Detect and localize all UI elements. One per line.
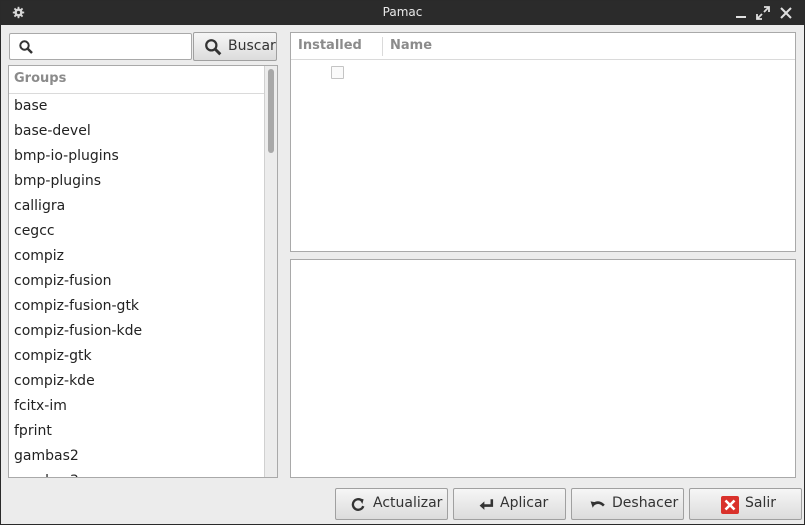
window-title: Pamac	[382, 5, 423, 19]
quit-button[interactable]: Salir	[689, 488, 802, 520]
groups-list: base base-devel bmp-io-plugins bmp-plugi…	[9, 94, 265, 477]
apply-button[interactable]: Aplicar	[453, 488, 566, 520]
list-item[interactable]: compiz-gtk	[9, 344, 265, 369]
list-item[interactable]: compiz-fusion-gtk	[9, 294, 265, 319]
list-item[interactable]: compiz	[9, 244, 265, 269]
quit-icon	[721, 496, 739, 514]
apply-button-label: Aplicar	[500, 495, 549, 511]
list-item[interactable]: fprint	[9, 419, 265, 444]
undo-icon	[590, 501, 605, 508]
list-item[interactable]: fcitx-im	[9, 394, 265, 419]
package-details-panel	[290, 259, 796, 478]
list-item[interactable]: compiz-fusion	[9, 269, 265, 294]
column-installed[interactable]: Installed	[298, 38, 362, 53]
search-button-label: Buscar	[228, 38, 276, 54]
list-item[interactable]: calligra	[9, 194, 265, 219]
minimize-icon[interactable]	[732, 4, 750, 22]
list-item[interactable]: gambas2	[9, 444, 265, 469]
installed-checkbox[interactable]	[331, 66, 344, 79]
undo-button[interactable]: Deshacer	[571, 488, 684, 520]
search-button[interactable]: Buscar	[193, 32, 277, 61]
groups-panel: Groups base base-devel bmp-io-plugins bm…	[8, 65, 278, 478]
list-item[interactable]: cegcc	[9, 219, 265, 244]
groups-header[interactable]: Groups	[9, 66, 265, 94]
column-name[interactable]: Name	[390, 38, 432, 53]
main-window: Pamac Buscar Groups base base-devel bmp-…	[0, 0, 805, 525]
search-input[interactable]	[40, 37, 188, 56]
search-icon	[205, 39, 222, 56]
groups-scrollbar[interactable]	[264, 66, 277, 477]
list-item[interactable]: base-devel	[9, 119, 265, 144]
maximize-icon[interactable]	[754, 4, 772, 22]
list-item[interactable]: gambas3	[9, 469, 265, 477]
list-item[interactable]: bmp-io-plugins	[9, 144, 265, 169]
close-icon[interactable]	[777, 4, 795, 22]
refresh-icon	[351, 498, 365, 511]
undo-button-label: Deshacer	[612, 495, 679, 511]
list-item[interactable]: compiz-fusion-kde	[9, 319, 265, 344]
refresh-button-label: Actualizar	[373, 495, 443, 511]
list-item[interactable]: compiz-kde	[9, 369, 265, 394]
column-separator	[382, 37, 383, 56]
packages-panel: Installed Name	[290, 32, 796, 252]
search-input-box[interactable]	[9, 33, 192, 60]
list-item[interactable]: bmp-plugins	[9, 169, 265, 194]
quit-button-label: Salir	[745, 495, 777, 511]
enter-icon	[479, 499, 494, 510]
search-icon	[19, 40, 33, 54]
scrollbar-thumb[interactable]	[268, 69, 274, 153]
title-bar: Pamac	[1, 1, 804, 25]
list-item[interactable]: base	[9, 94, 265, 119]
refresh-button[interactable]: Actualizar	[335, 488, 448, 520]
packages-header: Installed Name	[291, 33, 795, 60]
